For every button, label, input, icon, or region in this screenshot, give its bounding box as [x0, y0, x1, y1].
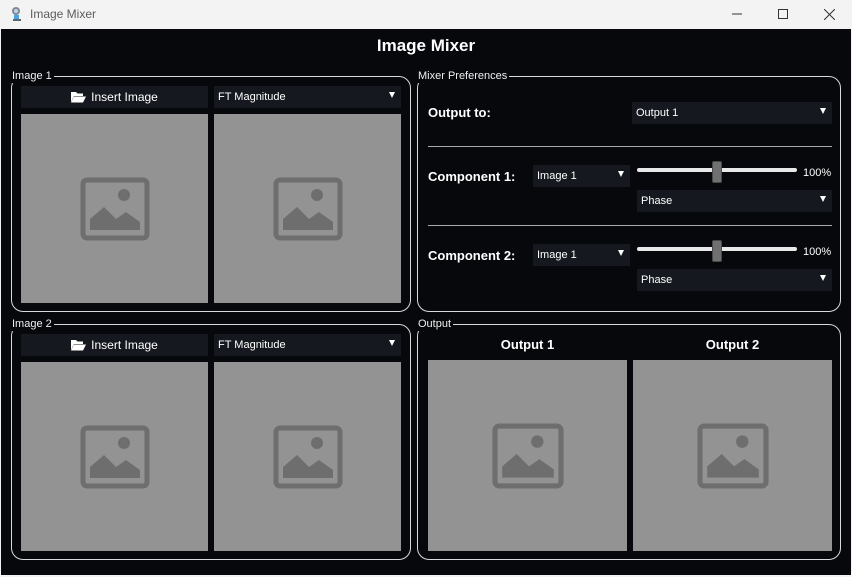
component1-type-value: Phase [641, 195, 673, 207]
component1-label: Component 1: [428, 169, 516, 184]
page-title: Image Mixer [376, 36, 476, 55]
divider [428, 225, 832, 226]
component1-weight-slider[interactable] [637, 161, 797, 183]
output-to-value: Output 1 [636, 107, 679, 119]
image2-insert-label: Insert Image [91, 338, 158, 352]
image1-component-view[interactable] [214, 114, 401, 303]
chevron-down-icon [389, 92, 395, 98]
chevron-down-icon [820, 275, 826, 281]
image-placeholder-icon [491, 423, 564, 488]
image2-component-value: FT Magnitude [218, 339, 286, 351]
image1-component-value: FT Magnitude [218, 91, 286, 103]
close-icon [823, 8, 835, 20]
image-placeholder-icon [273, 177, 342, 240]
image2-component-view[interactable] [214, 362, 401, 551]
output2-title: Output 2 [705, 337, 760, 352]
component1-weight-value: 100% [803, 167, 832, 179]
image1-insert-button[interactable]: Insert Image [21, 86, 208, 108]
image2-original-view[interactable] [21, 362, 208, 551]
component2-weight-value: 100% [803, 246, 832, 258]
output2-view[interactable] [633, 360, 832, 551]
component1-image-value: Image 1 [537, 170, 577, 182]
image-placeholder-icon [273, 425, 342, 488]
window-titlebar: Image Mixer [0, 0, 852, 28]
minimize-icon [732, 13, 742, 15]
component2-type-select[interactable]: Phase [637, 269, 832, 291]
image1-insert-label: Insert Image [91, 90, 158, 104]
chevron-down-icon [618, 171, 624, 177]
output-to-select[interactable]: Output 1 [632, 102, 832, 124]
component1-type-select[interactable]: Phase [637, 190, 832, 212]
component1-image-select[interactable]: Image 1 [533, 165, 630, 187]
image1-original-view[interactable] [21, 114, 208, 303]
divider [428, 146, 832, 147]
component2-label: Component 2: [428, 248, 516, 263]
close-button[interactable] [806, 0, 852, 28]
output-group-title: Output [417, 317, 454, 331]
component2-image-select[interactable]: Image 1 [533, 244, 630, 266]
image1-group: Image 1 Insert Image FT Magnitude [11, 69, 411, 312]
image2-insert-button[interactable]: Insert Image [21, 334, 208, 356]
slider-handle[interactable] [712, 240, 722, 262]
minimize-button[interactable] [714, 0, 760, 28]
window-title: Image Mixer [30, 7, 97, 21]
maximize-button[interactable] [760, 0, 806, 28]
chevron-down-icon [820, 196, 826, 202]
folder-open-icon [71, 92, 87, 103]
image2-group: Image 2 Insert Image FT Magnitude [11, 317, 411, 560]
image1-group-title: Image 1 [11, 69, 54, 83]
image-placeholder-icon [696, 423, 769, 488]
component2-weight-slider[interactable] [637, 240, 797, 262]
app-icon [10, 6, 24, 22]
main-window: Image Mixer Image 1 Insert Image FT Magn… [1, 29, 851, 575]
folder-open-icon [71, 340, 87, 351]
image2-component-select[interactable]: FT Magnitude [214, 334, 401, 356]
output1-view[interactable] [428, 360, 627, 551]
component2-type-value: Phase [641, 274, 673, 286]
image1-component-select[interactable]: FT Magnitude [214, 86, 401, 108]
mixer-preferences-group-title: Mixer Preferences [417, 69, 510, 83]
mixer-preferences-group: Mixer Preferences Output to: Output 1 Co… [417, 69, 841, 312]
component2-image-value: Image 1 [537, 249, 577, 261]
image-placeholder-icon [80, 425, 149, 488]
output-to-label: Output to: [428, 105, 491, 120]
chevron-down-icon [820, 108, 826, 114]
output-group: Output Output 1 Output 2 [417, 317, 841, 560]
chevron-down-icon [389, 340, 395, 346]
image-placeholder-icon [80, 177, 149, 240]
maximize-icon [778, 9, 788, 19]
slider-handle[interactable] [712, 161, 722, 183]
output1-title: Output 1 [500, 337, 555, 352]
image2-group-title: Image 2 [11, 317, 54, 331]
chevron-down-icon [618, 250, 624, 256]
